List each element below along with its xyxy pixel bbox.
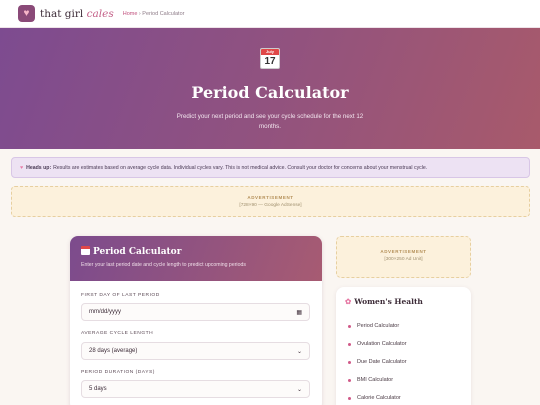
breadcrumb: Home › Period Calculator: [122, 10, 185, 17]
hero-banner: July 17 Period Calculator Predict your n…: [0, 28, 540, 149]
flower-icon: ✿: [345, 297, 352, 306]
chevron-down-icon: ⌄: [296, 386, 302, 393]
disclaimer-notice: ♥ Heads up: Results are estimates based …: [11, 157, 530, 178]
chevron-down-icon: ⌄: [296, 348, 302, 355]
calculator-title: Period Calculator: [93, 247, 182, 257]
logo[interactable]: ♥: [18, 5, 35, 22]
calculator-subtitle: Enter your last period date and cycle le…: [81, 262, 246, 268]
calculator-card: Period Calculator Enter your last period…: [70, 236, 322, 405]
breadcrumb-current: Period Calculator: [142, 10, 185, 17]
bullet-icon: [348, 378, 351, 382]
cycle-length-select[interactable]: 28 days (average) ⌄: [81, 342, 310, 360]
last-period-date-input[interactable]: mm/dd/yyyy ▦: [81, 303, 310, 321]
sidebar-item-ovulation-calculator[interactable]: Ovulation Calculator: [345, 335, 462, 353]
brand-name[interactable]: that girl cales: [40, 8, 114, 20]
period-duration-label: PERIOD DURATION (DAYS): [81, 370, 155, 375]
calendar-picker-icon[interactable]: ▦: [296, 309, 302, 316]
heart-icon: ♥: [20, 164, 24, 171]
sidebar-title: Women's Health: [354, 297, 423, 306]
page-title: Period Calculator: [191, 83, 349, 102]
sidebar-item-calorie-calculator[interactable]: Calorie Calculator: [345, 389, 462, 405]
page-subtitle: Predict your next period and see your cy…: [176, 113, 364, 130]
heart-icon: ♥: [23, 7, 30, 19]
sidebar-item-bmi-calculator[interactable]: BMI Calculator: [345, 371, 462, 389]
period-duration-select[interactable]: 5 days ⌄: [81, 380, 310, 398]
sidebar-item-period-calculator[interactable]: Period Calculator: [345, 317, 462, 335]
bullet-icon: [348, 342, 351, 346]
bullet-icon: [348, 396, 351, 400]
ad-banner-top: ADVERTISEMENT [728×90 — Google AdSense]: [11, 186, 530, 217]
bullet-icon: [348, 324, 351, 328]
breadcrumb-home-link[interactable]: Home: [123, 11, 138, 17]
calendar-icon: [81, 246, 90, 255]
womens-health-sidebar: ✿ Women's Health Period Calculator Ovulat…: [336, 287, 471, 405]
calculator-header: Period Calculator Enter your last period…: [70, 236, 322, 281]
top-navbar: ♥ that girl cales Home › Period Calculat…: [0, 0, 540, 28]
calendar-icon: July 17: [260, 48, 280, 69]
notice-label: Heads up:: [26, 164, 52, 171]
last-period-label: FIRST DAY OF LAST PERIOD: [81, 293, 160, 298]
ad-sidebar: ADVERTISEMENT [300×250 Ad Unit]: [336, 236, 471, 278]
notice-text: Results are estimates based on average c…: [53, 164, 428, 171]
sidebar-item-due-date-calculator[interactable]: Due Date Calculator: [345, 353, 462, 371]
cycle-length-label: AVERAGE CYCLE LENGTH: [81, 331, 154, 336]
bullet-icon: [348, 360, 351, 364]
